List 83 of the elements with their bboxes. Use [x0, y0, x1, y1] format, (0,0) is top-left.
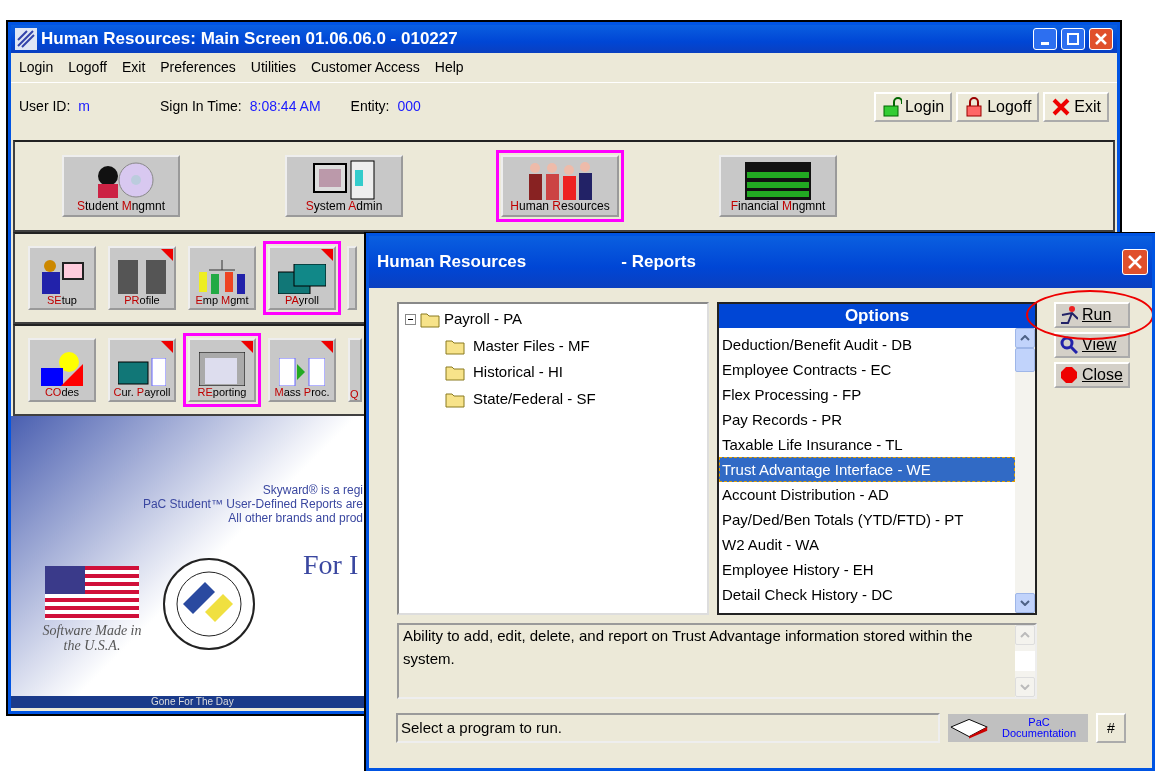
- exit-button[interactable]: Exit: [1043, 91, 1109, 122]
- close-button[interactable]: Close: [1054, 362, 1130, 388]
- folder-icon: [420, 310, 440, 329]
- option-item[interactable]: Flex Processing - FP: [719, 382, 1015, 407]
- tree-node[interactable]: Master Files - MF: [473, 334, 590, 357]
- scrollbar-track: [1015, 651, 1035, 671]
- padlock-icon: [881, 96, 902, 117]
- option-item[interactable]: Trust Advantage Interface - WE: [719, 457, 1015, 482]
- status-field: Select a program to run.: [396, 713, 940, 743]
- notice-text: PaC Student™ User-Defined Reports are: [141, 497, 363, 512]
- option-item[interactable]: Pay/Ded/Ben Totals (YTD/FTD) - PT: [719, 507, 1015, 532]
- run-button[interactable]: Run: [1054, 302, 1130, 328]
- people-tree-icon: [197, 259, 247, 294]
- menu-item[interactable]: Exit: [121, 57, 146, 78]
- option-item[interactable]: Detail Check History - DC: [719, 582, 1015, 607]
- option-item[interactable]: Pay Records - PR: [719, 407, 1015, 432]
- minimize-button[interactable]: [1033, 28, 1057, 50]
- documentation-button[interactable]: PaC Documentation: [948, 714, 1088, 742]
- description-text: Ability to add, edit, delete, and report on Trust Advantage information stored within the system.: [402, 626, 974, 669]
- maximize-icon: [1067, 33, 1079, 45]
- field-value: 8:08:44 AM: [249, 97, 321, 116]
- tree-node[interactable]: State/Federal - SF: [473, 387, 596, 410]
- scrollbar[interactable]: [1015, 328, 1035, 613]
- module-button[interactable]: [347, 246, 357, 310]
- field-label: Entity:: [350, 97, 390, 116]
- module-button[interactable]: REporting: [183, 333, 261, 407]
- computer-icon: [313, 159, 375, 200]
- menu-item[interactable]: Preferences: [160, 57, 236, 78]
- scrollbar-thumb[interactable]: [1015, 348, 1035, 372]
- headline-text: For I: [303, 548, 359, 582]
- close-icon: [1128, 255, 1142, 269]
- field-value: m: [78, 97, 90, 116]
- dialog-subtitle: - Reports: [621, 251, 697, 274]
- options-header: Options: [719, 304, 1035, 328]
- option-item[interactable]: W2 Audit - WA: [719, 532, 1015, 557]
- shapes-icon: [41, 351, 83, 386]
- ledger-icon: [745, 161, 811, 200]
- stop-sign-icon: [1060, 366, 1078, 384]
- tree-node[interactable]: Historical - HI: [473, 361, 563, 384]
- view-button[interactable]: View: [1054, 332, 1130, 358]
- notice-text: Skyward® is a regi: [261, 484, 363, 498]
- logoff-button[interactable]: Logoff: [956, 91, 1040, 122]
- option-item[interactable]: Account Distribution - AD: [719, 482, 1015, 507]
- padlock-icon: [964, 96, 985, 117]
- tree-node[interactable]: Payroll - PA: [444, 308, 523, 331]
- close-button[interactable]: [1089, 28, 1113, 50]
- option-item[interactable]: Employee Contracts - EC: [719, 357, 1015, 382]
- documents-icon: [279, 357, 325, 386]
- option-item[interactable]: Employee History - EH: [719, 557, 1015, 582]
- search-icon: [1060, 336, 1078, 354]
- option-item[interactable]: Deduction/Benefit Audit - DB: [719, 332, 1015, 357]
- login-button[interactable]: Login: [873, 91, 953, 122]
- field-label: Sign In Time:: [160, 97, 242, 116]
- menu-item[interactable]: Help: [434, 57, 464, 78]
- module-button[interactable]: PAyroll: [263, 241, 341, 315]
- flag-caption: Software Made in the U.S.A.: [41, 624, 143, 654]
- notice-text: All other brands and prod: [227, 511, 363, 526]
- scroll-down-button[interactable]: [1015, 593, 1035, 613]
- menu-item[interactable]: Logoff: [68, 57, 107, 78]
- menu-item[interactable]: Login: [19, 57, 54, 78]
- people-icon: [527, 161, 593, 200]
- collapse-icon[interactable]: [405, 313, 416, 325]
- field-value: 000: [397, 97, 421, 116]
- menu-item[interactable]: Customer Access: [310, 57, 420, 78]
- folder-icon: [445, 363, 465, 382]
- book-icon: [950, 717, 989, 739]
- dialog-title: Human Resources: [377, 251, 527, 274]
- close-icon: [1095, 33, 1107, 45]
- app-logo-icon: [15, 28, 37, 50]
- minimize-icon: [1041, 42, 1049, 45]
- dialog-close-button[interactable]: [1122, 249, 1148, 275]
- hash-button[interactable]: #: [1096, 713, 1126, 743]
- window-title: Human Resources: Main Screen 01.06.06.0 - 010227: [41, 28, 459, 51]
- field-label: User ID:: [19, 97, 71, 116]
- status-text: Gone For The Day: [151, 696, 234, 708]
- runner-icon: [1060, 306, 1078, 324]
- scroll-up-button[interactable]: [1015, 328, 1035, 348]
- module-button[interactable]: Human Resources: [496, 150, 624, 222]
- x-icon: [1051, 96, 1072, 117]
- maximize-button[interactable]: [1061, 28, 1085, 50]
- option-item[interactable]: Taxable Life Insurance - TL: [719, 432, 1015, 457]
- menu-item[interactable]: Utilities: [250, 57, 296, 78]
- person-at-computer-icon: [40, 259, 84, 294]
